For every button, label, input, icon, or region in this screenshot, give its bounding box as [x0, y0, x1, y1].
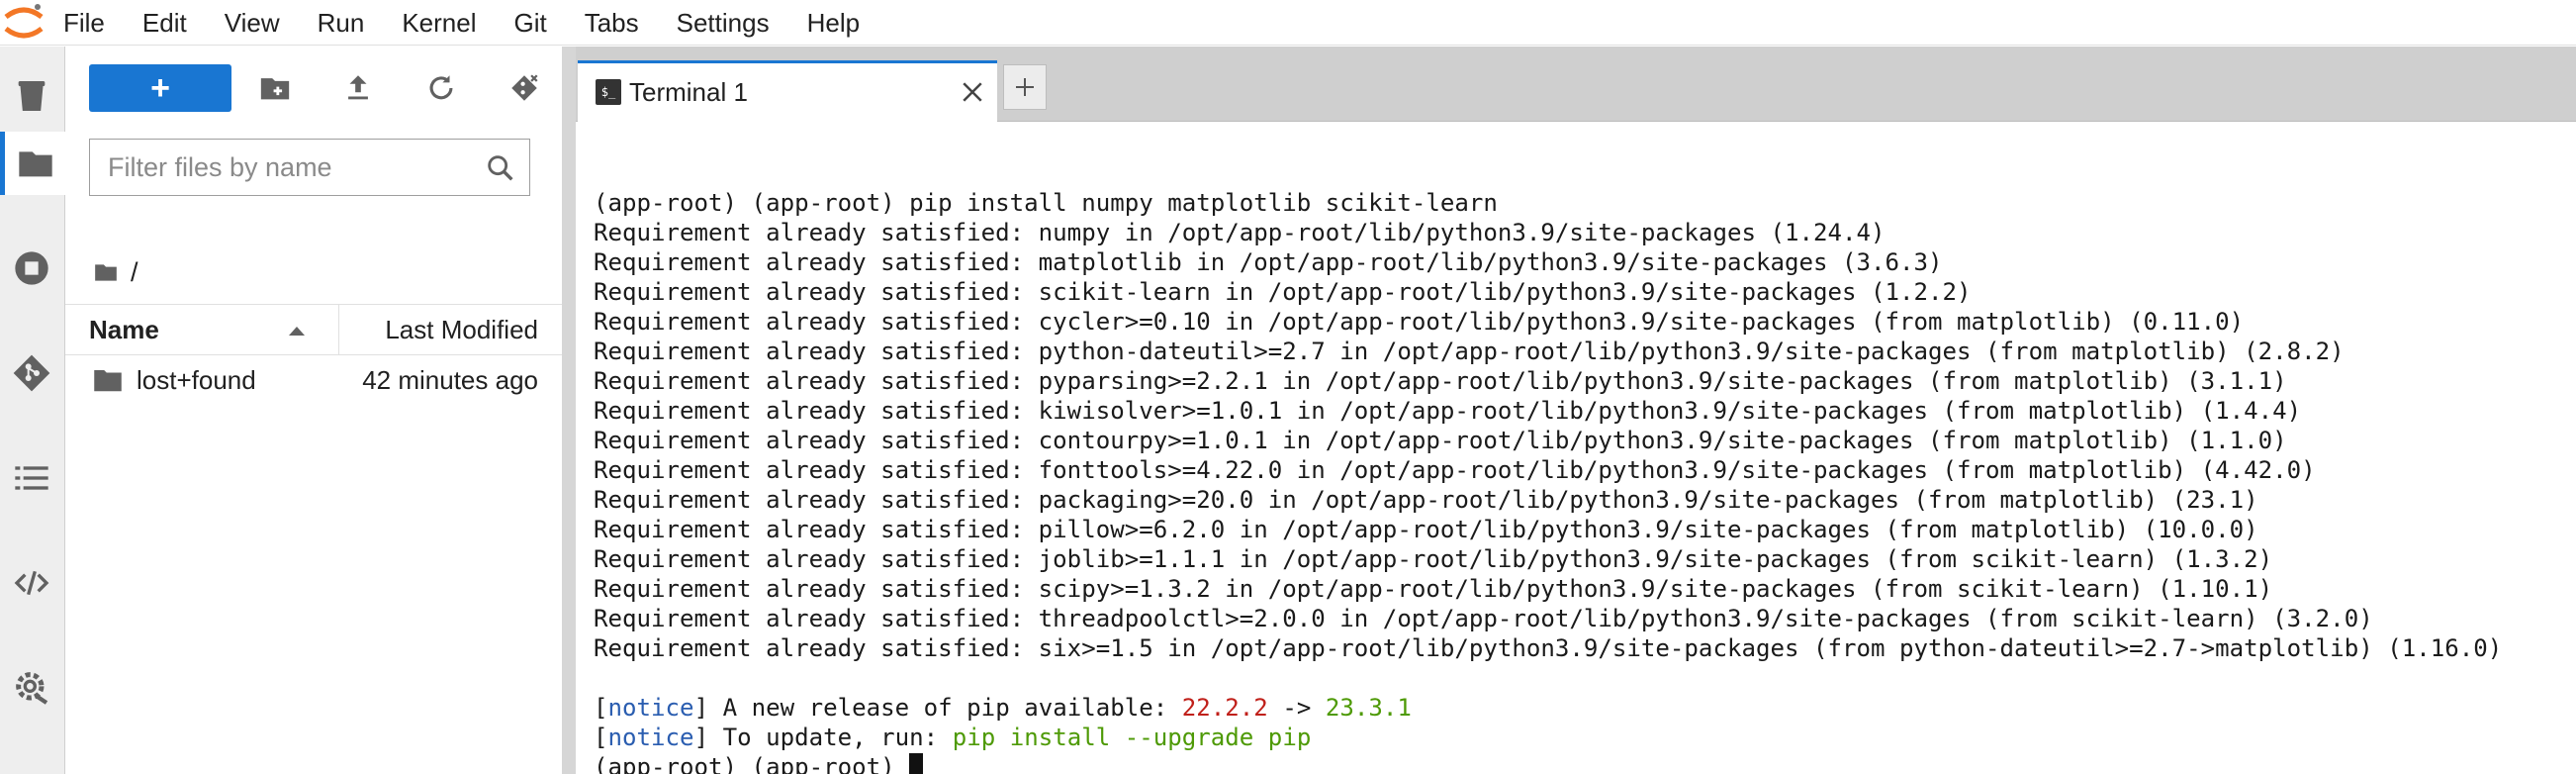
file-name: lost+found — [137, 365, 256, 395]
tab-bar: $_ Terminal 1 — [576, 47, 2576, 122]
terminal-line: Requirement already satisfied: pillow>=6… — [594, 516, 2258, 543]
file-browser-panel: + / Name — [65, 47, 562, 774]
git-clone-icon[interactable] — [505, 68, 544, 108]
version-arrow: -> — [1267, 694, 1326, 722]
terminal-output[interactable]: (app-root) (app-root) pip install numpy … — [576, 123, 2576, 774]
main-area: $_ Terminal 1 (app-root) (app-root) pip … — [576, 47, 2576, 774]
menu-kernel[interactable]: Kernel — [402, 0, 476, 46]
file-list-header: Name Last Modified — [65, 304, 562, 355]
notice-text: To update, run: — [708, 724, 953, 751]
menu-settings[interactable]: Settings — [677, 0, 770, 46]
terminal-line: Requirement already satisfied: cycler>=0… — [594, 308, 2245, 336]
column-name-header[interactable]: Name — [89, 305, 159, 354]
terminal-line: Requirement already satisfied: fonttools… — [594, 456, 2316, 484]
terminal-line: Requirement already satisfied: matplotli… — [594, 248, 1943, 276]
terminal-line: Requirement already satisfied: scikit-le… — [594, 278, 1972, 306]
code-icon[interactable] — [0, 551, 62, 615]
menu-file[interactable]: File — [63, 0, 105, 46]
trash-icon[interactable] — [0, 64, 62, 128]
terminal-line: Requirement already satisfied: six>=1.5 … — [594, 634, 2503, 662]
pip-new-version: 23.3.1 — [1325, 694, 1412, 722]
new-folder-icon[interactable] — [255, 68, 295, 108]
plus-icon — [1016, 78, 1034, 96]
terminal-line: Requirement already satisfied: numpy in … — [594, 219, 1886, 246]
refresh-icon[interactable] — [421, 68, 461, 108]
running-icon[interactable] — [0, 237, 62, 300]
terminal-line: (app-root) (app-root) pip install numpy … — [594, 189, 1498, 217]
terminal-line: Requirement already satisfied: contourpy… — [594, 427, 2287, 454]
notice-line-release: [notice] A new release of pip available:… — [594, 694, 1412, 722]
file-row[interactable]: lost+found 42 minutes ago — [65, 357, 562, 403]
terminal-line: Requirement already satisfied: packaging… — [594, 486, 2258, 514]
terminal-line: Requirement already satisfied: joblib>=1… — [594, 545, 2273, 573]
file-browser-toolbar: + — [65, 47, 562, 128]
new-launcher-button[interactable]: + — [89, 64, 231, 112]
home-folder-icon — [95, 264, 117, 281]
upgrade-command: pip install --upgrade pip — [952, 724, 1312, 751]
breadcrumb[interactable]: / — [93, 252, 138, 292]
menu-view[interactable]: View — [225, 0, 280, 46]
jupyter-logo-icon — [0, 0, 63, 46]
terminal-line: Requirement already satisfied: kiwisolve… — [594, 397, 2302, 425]
terminal-line: Requirement already satisfied: threadpoo… — [594, 605, 2373, 632]
terminal-line: Requirement already satisfied: python-da… — [594, 338, 2345, 365]
git-icon[interactable] — [0, 341, 62, 405]
list-icon[interactable] — [0, 446, 62, 510]
pip-old-version: 22.2.2 — [1181, 694, 1268, 722]
upload-icon[interactable] — [338, 68, 378, 108]
terminal-line: Requirement already satisfied: scipy>=1.… — [594, 575, 2273, 603]
terminal-prompt-line: (app-root) (app-root) — [594, 752, 2576, 774]
menu-tabs[interactable]: Tabs — [585, 0, 639, 46]
new-tab-button[interactable] — [1003, 64, 1047, 110]
terminal-prompt: (app-root) (app-root) — [594, 753, 910, 774]
tab-terminal-1[interactable]: $_ Terminal 1 — [578, 60, 997, 122]
terminal-cursor — [909, 753, 924, 774]
sort-ascending-icon — [289, 327, 305, 336]
terminal-icon: $_ — [596, 79, 621, 105]
notice-text: A new release of pip available: — [708, 694, 1182, 722]
menu-git[interactable]: Git — [513, 0, 546, 46]
column-last-modified-header[interactable]: Last Modified — [385, 305, 538, 354]
menu-edit[interactable]: Edit — [142, 0, 187, 46]
menu-run[interactable]: Run — [318, 0, 365, 46]
folder-icon[interactable] — [0, 132, 65, 195]
menu-bar: File Edit View Run Kernel Git Tabs Setti… — [0, 0, 2576, 46]
notice-tag: notice — [607, 724, 694, 751]
filter-files-input[interactable] — [108, 151, 474, 183]
file-modified: 42 minutes ago — [362, 365, 538, 395]
menu-help[interactable]: Help — [807, 0, 860, 46]
filter-files-box — [89, 139, 530, 196]
column-divider[interactable] — [338, 305, 339, 354]
jupyterlab-window: File Edit View Run Kernel Git Tabs Setti… — [0, 0, 2576, 774]
notice-line-update: [notice] To update, run: pip install --u… — [594, 724, 1312, 751]
notice-tag: notice — [607, 694, 694, 722]
breadcrumb-root[interactable]: / — [131, 257, 138, 288]
settings-icon[interactable] — [0, 656, 62, 720]
search-icon — [488, 155, 513, 181]
tab-label: Terminal 1 — [629, 77, 748, 107]
activity-bar — [0, 47, 65, 774]
close-icon[interactable] — [958, 77, 987, 107]
panel-splitter[interactable] — [562, 47, 576, 774]
folder-icon — [94, 370, 122, 392]
terminal-line: Requirement already satisfied: pyparsing… — [594, 367, 2287, 395]
